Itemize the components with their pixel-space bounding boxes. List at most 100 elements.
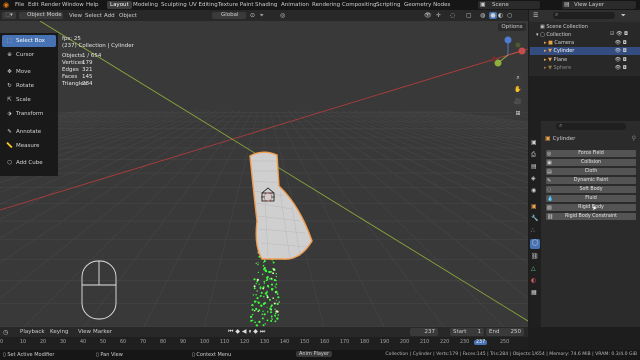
timeline-menu-view[interactable]: View <box>78 329 91 335</box>
tab-scripting[interactable]: Scripting <box>373 1 403 9</box>
pan-hand-icon[interactable]: ✋ <box>513 85 523 95</box>
data-tab-icon[interactable]: △ <box>531 265 536 272</box>
modifier-tab-icon[interactable]: 🔧 <box>531 215 538 222</box>
cloth-button[interactable]: Cloth <box>546 168 636 175</box>
collision-button[interactable]: Collision <box>546 159 636 166</box>
zoom-icon[interactable]: ⌕ <box>513 73 523 83</box>
eye-icon[interactable]: ☑ 👁 ◘ <box>610 30 638 39</box>
timeline-ruler[interactable]: 0 10 20 30 40 50 60 70 80 90 100 110 120 130 140 150 160… <box>0 337 528 350</box>
render-tab-icon[interactable]: ▣ <box>531 139 537 146</box>
outliner-item-collection[interactable]: ▾ ▢ Collection <box>536 32 571 38</box>
end-frame-field[interactable]: End 250 <box>486 328 524 336</box>
mode-dropdown[interactable]: Object Mode <box>19 12 63 19</box>
menu-help[interactable]: Help <box>86 2 99 8</box>
world-tab-icon[interactable]: ◉ <box>531 187 536 194</box>
snap-icon[interactable]: ⌖ <box>260 12 268 19</box>
texture-tab-icon[interactable]: ▦ <box>531 289 537 296</box>
shading-rendered-icon[interactable]: ○ <box>507 12 515 19</box>
pin-icon[interactable]: ⚲ <box>632 135 636 142</box>
tab-geometry-nodes[interactable]: Geometry Nodes <box>401 1 453 9</box>
tab-shading[interactable]: Shading <box>252 1 280 9</box>
pivot-icon[interactable]: ⊙ <box>250 12 258 19</box>
proportional-edit-icon[interactable]: ◎ <box>280 12 288 19</box>
outliner-item-plane[interactable]: ▸ ▼ Plane <box>544 57 567 63</box>
navigation-gizmo[interactable] <box>488 35 528 75</box>
outliner-root[interactable]: ▣ Scene Collection <box>540 24 588 30</box>
outliner-item-sphere[interactable]: ▸ ▼ Sphere <box>544 65 571 71</box>
menu-file[interactable]: File <box>15 2 24 8</box>
menu-edit[interactable]: Edit <box>28 2 39 8</box>
material-tab-icon[interactable]: ◐ <box>531 277 536 284</box>
current-frame-field[interactable]: 237 <box>410 328 438 336</box>
eye-icon[interactable]: 👁 ◘ <box>610 56 638 65</box>
object-tab-icon[interactable]: ▣ <box>531 203 537 210</box>
view-layer-tab-icon[interactable]: ▤ <box>531 163 537 170</box>
viewport-menu-add[interactable]: Add <box>104 13 115 19</box>
editor-type-button[interactable]: ⬚▾ <box>2 12 16 19</box>
gizmo-toggle-icon[interactable]: ✛ <box>436 12 444 19</box>
transform-orientation-dropdown[interactable]: Global <box>212 12 246 19</box>
ortho-grid-icon[interactable]: ⊞ <box>513 109 523 119</box>
timeline-menu-playback[interactable]: Playback <box>20 329 45 335</box>
rigid-body-constraint-button[interactable]: Rigid Body Constraint <box>546 213 636 220</box>
tool-move[interactable]: ✥ Move <box>2 66 56 78</box>
scene-selector[interactable]: ▣ Scene <box>478 1 540 9</box>
fluid-button[interactable]: Fluid <box>546 195 636 202</box>
viewport-menu-select[interactable]: Select <box>85 13 102 19</box>
tool-rotate[interactable]: ↻ Rotate <box>2 80 56 92</box>
playhead-frame-label[interactable]: 237 <box>474 340 488 345</box>
tool-scale[interactable]: ⇱ Scale <box>2 94 56 106</box>
outliner-search-input[interactable]: ⌕ <box>553 11 615 19</box>
outliner-item-camera[interactable]: ▸ ■ Camera <box>544 40 574 46</box>
tab-animation[interactable]: Animation <box>278 1 312 9</box>
output-tab-icon[interactable]: ⎙ <box>531 151 536 159</box>
tool-cursor[interactable]: ⊕ Cursor <box>2 49 56 61</box>
overlay-toggle-icon[interactable]: ◌ <box>450 12 458 19</box>
constraints-tab-icon[interactable]: ⛓ <box>531 253 539 260</box>
tool-select-box[interactable]: ⬚ Select Box <box>2 35 56 47</box>
tool-add-cube[interactable]: ⬡ Add Cube <box>2 157 56 169</box>
blender-logo-icon[interactable]: ◉ <box>3 1 11 9</box>
view-layer-selector[interactable]: ▤ View Layer <box>562 1 636 9</box>
shading-solid-icon[interactable]: ● <box>489 12 497 19</box>
tab-sculpting[interactable]: Sculpting <box>158 1 190 9</box>
tool-label: Transform <box>16 111 44 117</box>
dynamic-paint-button[interactable]: Dynamic Paint <box>546 177 636 184</box>
options-button[interactable]: Options <box>498 23 526 31</box>
tab-texture-paint[interactable]: Texture Paint <box>215 1 257 9</box>
timeline-menu-keying[interactable]: Keying <box>50 329 68 335</box>
tab-rendering[interactable]: Rendering <box>309 1 343 9</box>
viewport-menu-object[interactable]: Object <box>119 13 137 19</box>
particles-tab-icon[interactable]: ∴ <box>531 227 535 234</box>
start-frame-field[interactable]: Start 1 <box>450 328 484 336</box>
menu-window[interactable]: Window <box>62 2 84 8</box>
force-field-button[interactable]: Force Field <box>546 150 636 157</box>
scene-tab-icon[interactable]: ◈ <box>531 175 536 182</box>
outliner-editor-icon[interactable]: ☰ <box>533 12 538 19</box>
tool-transform[interactable]: ⬗ Transform <box>2 108 56 120</box>
soft-body-button[interactable]: Soft Body <box>546 186 636 193</box>
tab-layout[interactable]: Layout <box>107 1 132 9</box>
tab-modeling[interactable]: Modeling <box>130 1 161 9</box>
tool-measure[interactable]: 📏 Measure <box>2 140 56 152</box>
timeline-editor-icon[interactable]: ◷ <box>3 329 8 336</box>
viewport-menu-view[interactable]: View <box>69 13 82 19</box>
physics-tab-icon[interactable]: ◯ <box>530 239 540 249</box>
properties-search-input[interactable]: ⌕ <box>556 122 626 130</box>
timeline-menu-marker[interactable]: Marker <box>93 329 112 335</box>
shading-material-icon[interactable]: ◐ <box>498 12 506 19</box>
filter-icon[interactable]: ⏷ <box>621 12 626 20</box>
visibility-icon[interactable]: 👁 <box>424 12 432 19</box>
eye-icon[interactable]: 👁 ◘ <box>610 47 638 56</box>
camera-view-icon[interactable]: 🎥 <box>513 97 523 107</box>
menu-render[interactable]: Render <box>41 2 61 8</box>
eye-icon[interactable]: 👁 ◘ <box>610 39 638 48</box>
shading-wireframe-icon[interactable]: ◍ <box>480 12 488 19</box>
outliner-item-cylinder[interactable]: ▸ ▼ Cylinder <box>544 48 574 54</box>
status-anim-player[interactable]: Anim Player <box>296 351 332 357</box>
tool-annotate[interactable]: ✎ Annotate <box>2 126 56 138</box>
jump-end-icon[interactable]: ⏭ <box>260 328 265 335</box>
rigid-body-button[interactable]: Rigid Body <box>546 204 636 211</box>
eye-icon[interactable]: 👁 ◘ <box>610 64 638 73</box>
xray-toggle-icon[interactable]: ▢ <box>466 12 474 19</box>
